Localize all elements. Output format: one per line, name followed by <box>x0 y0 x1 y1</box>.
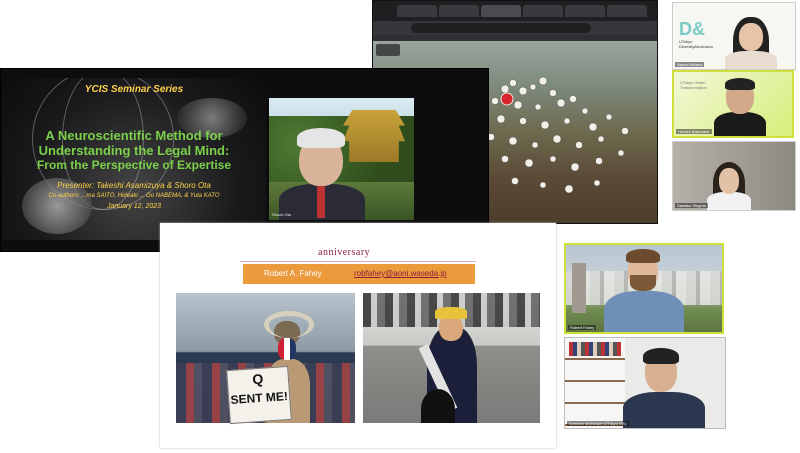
seminar-slide: YCIS Seminar Series A Neuroscientific Me… <box>2 78 266 240</box>
participant-body <box>714 112 766 136</box>
participant-hair <box>643 348 679 364</box>
seminar-series-title: YCIS Seminar Series <box>84 84 184 95</box>
participant-body <box>707 192 751 210</box>
browser-tab[interactable] <box>607 5 647 17</box>
participant-tile-robert[interactable]: Robert Fahey <box>564 243 724 334</box>
participant-name: Naomi Mikami <box>675 62 705 67</box>
participant-body <box>604 291 684 332</box>
slide-date: January 12, 2023 <box>106 203 162 210</box>
dni-logo-subtitle: UTokyo Diversity&Inclusion <box>679 39 713 49</box>
participant-tile-hiroshi[interactable]: UTokyo Green Transformation Hiroshi Wata… <box>672 70 794 138</box>
participant-hair <box>725 78 755 90</box>
sign-text-q: Q <box>251 370 264 388</box>
gx-background-text: UTokyo Green Transformation <box>680 80 707 90</box>
slide-title-line3: From the Perspective of Expertise <box>36 158 232 172</box>
slide-presenter: Presenter: Takeshi Asamizuya & Shoro Ota <box>57 181 211 190</box>
wias-anniversary-logo: anniversary <box>318 247 371 258</box>
slide-title-line1: A Neuroscientific Method for <box>45 128 223 143</box>
participant-tile-sawako[interactable]: Sawako Shigeta <box>672 141 796 211</box>
painted-face <box>278 338 296 360</box>
hat <box>435 307 467 319</box>
golden-pavilion-background <box>343 110 405 162</box>
browser-toolbar <box>373 21 657 35</box>
sign-text-sent-me: SENT ME! <box>230 389 289 407</box>
participant-face <box>739 23 763 51</box>
speaker-hair <box>297 128 345 148</box>
wias-divider <box>240 261 476 262</box>
browser-tab[interactable] <box>397 5 437 17</box>
slide-coauthors: Co-authors: ...ma SAITO, Hideaki ... Go … <box>48 193 220 199</box>
horns <box>264 311 314 338</box>
presenter-name: Robert A. Fahey <box>264 269 322 278</box>
participant-hair <box>626 249 660 263</box>
participant-body <box>623 392 705 428</box>
browser-tab-strip <box>373 1 657 21</box>
participant-beard <box>630 275 656 291</box>
participant-name: Hiroshi Watanabe <box>676 129 712 134</box>
participant-face <box>719 168 739 194</box>
participant-tile-naomi[interactable]: D& UTokyo Diversity&Inclusion Naomi Mika… <box>672 2 796 70</box>
speaker-name-label: Shozo Ota <box>272 212 291 217</box>
participant-tile-kenneth[interactable]: Kenneth McElwain (UTokyo ISS) <box>564 337 726 429</box>
participant-name: Robert Fahey <box>568 325 597 330</box>
speaker-tie <box>317 186 325 218</box>
browser-tab-active[interactable] <box>481 5 521 17</box>
presenter-email-link[interactable]: robfahey@aoni.waseda.jp <box>354 269 447 278</box>
browser-tab[interactable] <box>523 5 563 17</box>
browser-tab[interactable] <box>565 5 605 17</box>
participant-name: Kenneth McElwain (UTokyo ISS) <box>567 421 629 426</box>
clock-tower <box>572 263 586 313</box>
protest-photo-right <box>363 293 540 423</box>
map-toolbar[interactable] <box>376 44 400 56</box>
dni-logo: D& <box>679 19 705 39</box>
protest-sign: Q SENT ME! <box>226 365 292 425</box>
address-bar[interactable] <box>411 23 591 33</box>
participant-name: Sawako Shigeta <box>675 203 708 208</box>
slide-title-line2: Understanding the Legal Mind: <box>38 143 230 158</box>
speaker-video-tile[interactable] <box>269 98 414 220</box>
browser-tab[interactable] <box>439 5 479 17</box>
participant-body <box>725 51 777 69</box>
books <box>569 342 621 356</box>
bystander <box>421 389 455 423</box>
